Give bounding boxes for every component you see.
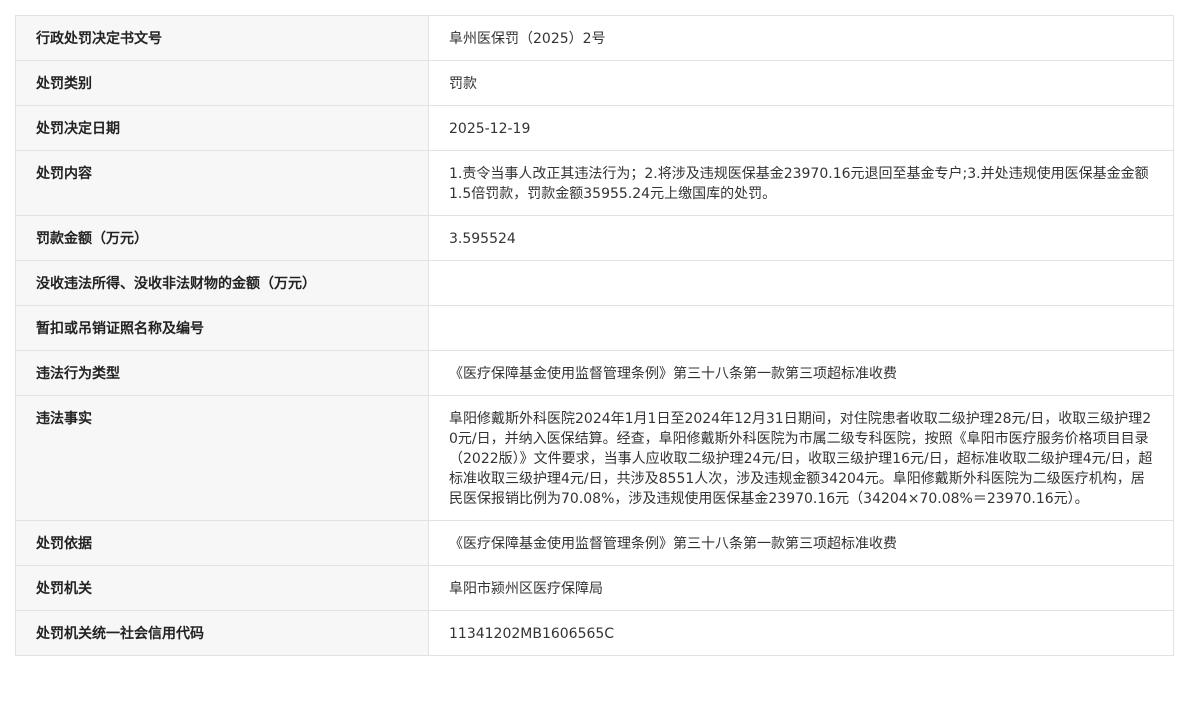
row-value-credit-code: 11341202MB1606565C [428, 610, 1174, 656]
table-row: 违法行为类型 《医疗保障基金使用监督管理条例》第三十八条第一款第三项超标准收费 [15, 350, 1174, 396]
table-row: 处罚内容 1.责令当事人改正其违法行为；2.将涉及违规医保基金23970.16元… [15, 150, 1174, 216]
row-label-violation-type: 违法行为类型 [15, 350, 429, 396]
row-label-penalty-authority: 处罚机关 [15, 565, 429, 611]
row-label-decision-number: 行政处罚决定书文号 [15, 15, 429, 61]
table-row: 处罚机关 阜阳市颍州区医疗保障局 [15, 565, 1174, 611]
table-row: 处罚依据 《医疗保障基金使用监督管理条例》第三十八条第一款第三项超标准收费 [15, 520, 1174, 566]
row-label-credit-code: 处罚机关统一社会信用代码 [15, 610, 429, 656]
table-row: 没收违法所得、没收非法财物的金额（万元） [15, 260, 1174, 306]
row-value-penalty-category: 罚款 [428, 60, 1174, 106]
row-label-confiscation-amount: 没收违法所得、没收非法财物的金额（万元） [15, 260, 429, 306]
row-label-penalty-category: 处罚类别 [15, 60, 429, 106]
row-value-penalty-basis: 《医疗保障基金使用监督管理条例》第三十八条第一款第三项超标准收费 [428, 520, 1174, 566]
table-row: 处罚类别 罚款 [15, 60, 1174, 106]
penalty-info-container: 行政处罚决定书文号 阜州医保罚（2025）2号 处罚类别 罚款 处罚决定日期 2… [15, 15, 1174, 656]
row-value-decision-number: 阜州医保罚（2025）2号 [428, 15, 1174, 61]
row-value-violation-type: 《医疗保障基金使用监督管理条例》第三十八条第一款第三项超标准收费 [428, 350, 1174, 396]
table-row: 处罚决定日期 2025-12-19 [15, 105, 1174, 151]
table-row: 处罚机关统一社会信用代码 11341202MB1606565C [15, 610, 1174, 656]
penalty-info-table: 行政处罚决定书文号 阜州医保罚（2025）2号 处罚类别 罚款 处罚决定日期 2… [15, 15, 1174, 656]
row-value-penalty-content: 1.责令当事人改正其违法行为；2.将涉及违规医保基金23970.16元退回至基金… [428, 150, 1174, 216]
row-label-penalty-basis: 处罚依据 [15, 520, 429, 566]
row-label-decision-date: 处罚决定日期 [15, 105, 429, 151]
row-value-decision-date: 2025-12-19 [428, 105, 1174, 151]
row-value-confiscation-amount [428, 260, 1174, 306]
row-label-penalty-content: 处罚内容 [15, 150, 429, 216]
table-row: 暂扣或吊销证照名称及编号 [15, 305, 1174, 351]
table-row: 违法事实 阜阳修戴斯外科医院2024年1月1日至2024年12月31日期间，对住… [15, 395, 1174, 521]
row-label-license-revocation: 暂扣或吊销证照名称及编号 [15, 305, 429, 351]
table-row: 行政处罚决定书文号 阜州医保罚（2025）2号 [15, 15, 1174, 61]
row-label-fine-amount: 罚款金额（万元） [15, 215, 429, 261]
row-label-violation-facts: 违法事实 [15, 395, 429, 521]
row-value-violation-facts: 阜阳修戴斯外科医院2024年1月1日至2024年12月31日期间，对住院患者收取… [428, 395, 1174, 521]
table-row: 罚款金额（万元） 3.595524 [15, 215, 1174, 261]
row-value-fine-amount: 3.595524 [428, 215, 1174, 261]
row-value-license-revocation [428, 305, 1174, 351]
row-value-penalty-authority: 阜阳市颍州区医疗保障局 [428, 565, 1174, 611]
